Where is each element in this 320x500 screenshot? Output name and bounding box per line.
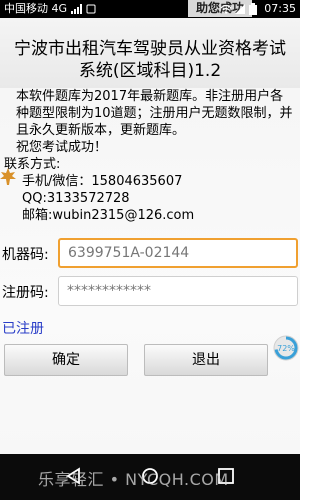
badge-percent: 72% <box>277 344 295 353</box>
machine-code-input[interactable] <box>58 238 298 268</box>
carrier-info: 中国移动 4G <box>4 0 96 18</box>
progress-ring-icon: 72% <box>273 335 299 361</box>
clock: 07:35 <box>264 2 296 15</box>
status-bar: 中国移动 4G 助您成功 07:35 <box>0 0 300 18</box>
title-line-1: 宁波市出租汽车驾驶员从业资格考试 <box>14 39 286 59</box>
notification-icon <box>86 4 96 14</box>
exit-button[interactable]: 退出 <box>144 344 268 376</box>
contact-title: 联系方式: <box>4 157 61 172</box>
page-title: 宁波市出租汽车驾驶员从业资格考试 系统(区域科目)1.2 <box>4 38 296 82</box>
cellular-icon <box>235 4 246 14</box>
contact-phone: 手机/微信：15804635607 <box>22 174 183 189</box>
maple-leaf-icon <box>0 168 16 185</box>
watermark-text: 乐享轻汇 • NYCQH.COM <box>38 470 229 489</box>
signal-icon <box>70 4 82 14</box>
memory-badge[interactable]: 72% <box>272 334 300 362</box>
status-right: 07:35 <box>220 0 296 18</box>
contact-qq: QQ:3133572728 <box>22 191 130 206</box>
ok-button[interactable]: 确定 <box>4 344 128 376</box>
main-content: 本软件题库为2017年最新题库。非注册用户各种题型限制为10道题；注册用户无题数… <box>0 88 300 454</box>
title-line-2: 系统(区域科目)1.2 <box>78 61 222 81</box>
registration-code-label: 注册码: <box>2 285 49 301</box>
carrier-text: 中国移动 4G <box>4 2 68 15</box>
registered-status: 已注册 <box>2 321 44 337</box>
machine-code-label: 机器码: <box>2 247 49 263</box>
wifi-icon <box>220 4 232 14</box>
intro-paragraph: 本软件题库为2017年最新题库。非注册用户各种题型限制为10道题；注册用户无题数… <box>16 89 293 138</box>
wish-text: 祝您考试成功！ <box>16 140 108 155</box>
battery-icon <box>248 3 257 15</box>
intro-text: 本软件题库为2017年最新题库。非注册用户各种题型限制为10道题；注册用户无题数… <box>4 88 296 224</box>
contact-email: 邮箱:wubin2315@126.com <box>22 208 195 223</box>
app-header: 宁波市出租汽车驾驶员从业资格考试 系统(区域科目)1.2 <box>0 18 300 88</box>
registration-code-input[interactable] <box>58 276 298 306</box>
